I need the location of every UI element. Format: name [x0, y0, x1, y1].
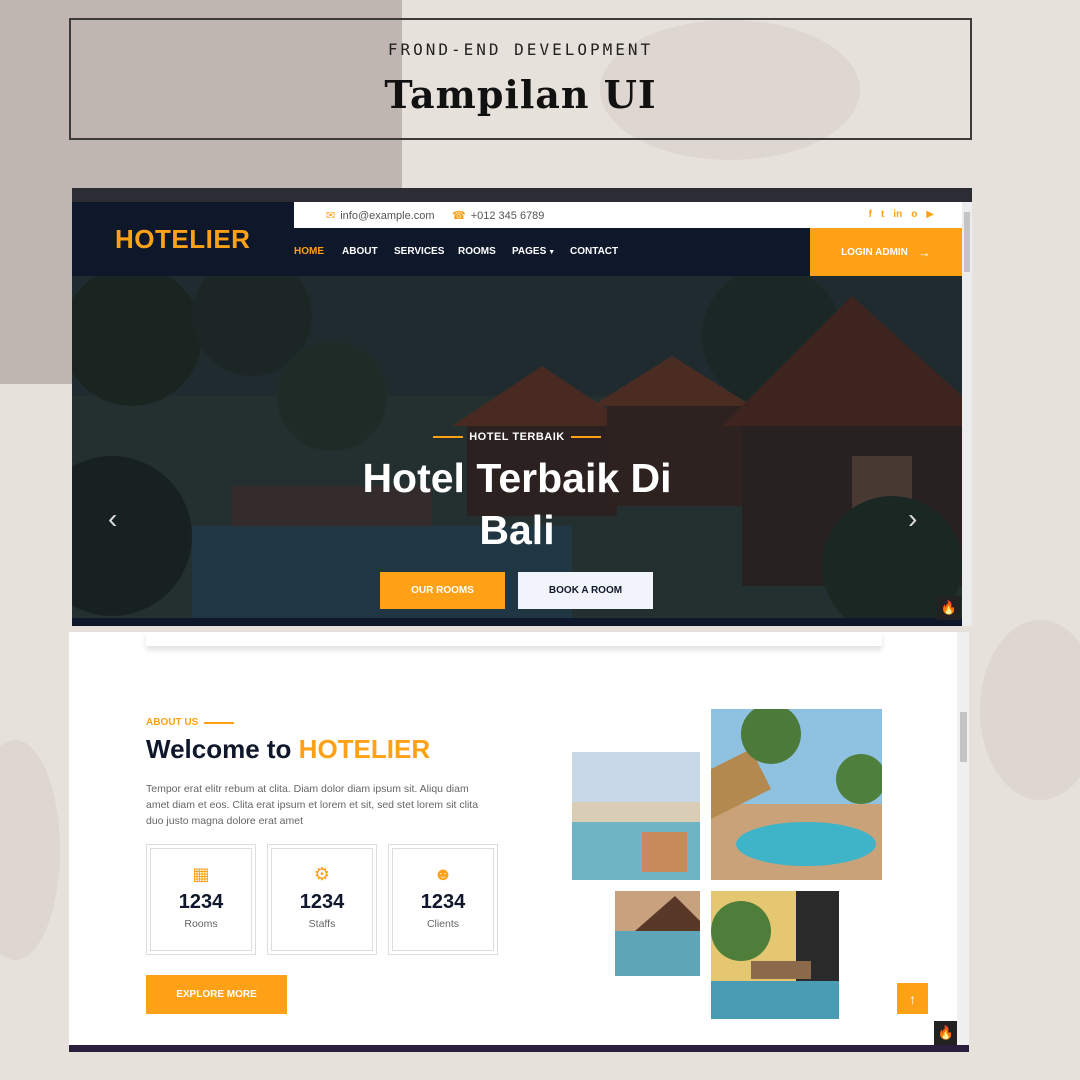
about-photo-1 [572, 752, 700, 880]
booking-card-edge [146, 632, 882, 646]
users-cog-icon: ⚙ [313, 864, 331, 884]
background-stain [0, 740, 60, 960]
nav-pages-label: PAGES [512, 246, 547, 257]
twitter-icon[interactable]: t [881, 209, 884, 220]
nav-contact[interactable]: CONTACT [570, 246, 618, 257]
envelope-icon: ✉ [326, 210, 336, 222]
about-kicker: ABOUT US [146, 717, 235, 728]
social-links: f t in o ▶ [869, 209, 934, 220]
kicker-line [433, 436, 464, 439]
stat-value: 1234 [299, 891, 345, 913]
phone-contact[interactable]: ☎ +012 345 6789 [452, 209, 545, 223]
taskbar-strip [69, 1045, 969, 1052]
lounge-photo [711, 891, 839, 1019]
our-rooms-button[interactable]: OUR ROOMS [380, 572, 505, 609]
browser-top-strip [72, 188, 972, 202]
about-photo-2 [711, 709, 882, 880]
fire-icon[interactable]: 🔥 [934, 1021, 958, 1045]
main-nav: HOME ABOUT SERVICES ROOMS PAGES ▼ CONTAC… [294, 228, 810, 276]
phone-text: +012 345 6789 [470, 209, 545, 222]
login-admin-button[interactable]: LOGIN ADMIN → [810, 228, 962, 276]
about-title-brand: HOTELIER [298, 734, 431, 764]
site-logo[interactable]: HOTELIER [115, 224, 250, 255]
header-subtitle: FROND-END DEVELOPMENT [387, 40, 654, 59]
contact-bar: ✉ info@example.com ☎ +012 345 6789 f t i… [294, 202, 962, 228]
hero-title-line1: Hotel Terbaik Di [362, 455, 672, 501]
stat-staffs: ⚙ 1234 Staffs [267, 844, 377, 955]
email-contact[interactable]: ✉ info@example.com [326, 209, 435, 223]
header-title: Tampilan UI [384, 72, 657, 117]
stat-label: Clients [426, 918, 460, 930]
book-room-button[interactable]: BOOK A ROOM [518, 572, 653, 609]
stat-value: 1234 [178, 891, 224, 913]
about-photo-3 [615, 891, 700, 976]
resort-deck-photo [615, 891, 700, 976]
hero-title: Hotel Terbaik Di Bali [72, 452, 962, 556]
hero-overlay [72, 276, 962, 618]
nav-about[interactable]: ABOUT [342, 246, 378, 257]
kicker-line [570, 436, 601, 439]
hero-title-line2: Bali [479, 507, 555, 553]
explore-more-button[interactable]: EXPLORE MORE [146, 975, 287, 1014]
fire-icon[interactable]: 🔥 [937, 596, 961, 620]
login-admin-label: LOGIN ADMIN [841, 246, 908, 258]
email-text: info@example.com [340, 209, 435, 222]
arrow-right-icon: → [917, 244, 931, 260]
scrollbar-thumb[interactable] [964, 212, 970, 272]
youtube-icon[interactable]: ▶ [926, 209, 934, 220]
stat-value: 1234 [420, 891, 466, 913]
stat-rooms: ▦ 1234 Rooms [146, 844, 256, 955]
hero-kicker: HOTEL TERBAIK [72, 431, 962, 443]
pool-photo [572, 752, 700, 880]
back-to-top-button[interactable]: ↑ [897, 983, 928, 1014]
stat-label: Staffs [308, 918, 336, 930]
nav-pages[interactable]: PAGES ▼ [512, 246, 555, 257]
about-title: Welcome to HOTELIER [146, 734, 430, 765]
carousel-prev-icon[interactable]: ‹ [108, 503, 117, 535]
carousel-next-icon[interactable]: › [908, 503, 917, 535]
nav-services[interactable]: SERVICES [394, 246, 444, 257]
hero-kicker-text: HOTEL TERBAIK [469, 431, 565, 443]
about-text: Tempor erat elitr rebum at clita. Diam d… [146, 783, 479, 827]
background-stain [980, 620, 1080, 800]
caret-down-icon: ▼ [546, 249, 556, 256]
about-screenshot: ABOUT US Welcome to HOTELIER Tempor erat… [69, 632, 969, 1052]
hero-screenshot: HOTELIER ✉ info@example.com ☎ +012 345 6… [72, 188, 972, 626]
linkedin-icon[interactable]: in [893, 209, 902, 220]
nav-rooms[interactable]: ROOMS [458, 246, 496, 257]
users-icon: ☻ [433, 864, 453, 884]
about-kicker-text: ABOUT US [146, 717, 199, 728]
kicker-line [204, 721, 235, 724]
about-title-prefix: Welcome to [146, 734, 299, 764]
arrow-up-icon: ↑ [909, 990, 916, 1007]
stat-clients: ☻ 1234 Clients [388, 844, 498, 955]
tropical-pool-photo [711, 709, 882, 880]
scrollbar[interactable] [962, 202, 972, 626]
hotel-icon: ▦ [192, 864, 210, 884]
nav-home[interactable]: HOME [294, 246, 324, 257]
instagram-icon[interactable]: o [911, 209, 917, 220]
about-photo-4 [711, 891, 839, 1019]
scrollbar[interactable] [957, 632, 969, 1047]
header-box: FROND-END DEVELOPMENT Tampilan UI [69, 18, 972, 140]
stat-label: Rooms [184, 918, 218, 930]
scrollbar-thumb[interactable] [960, 712, 967, 762]
hero-carousel: HOTEL TERBAIK Hotel Terbaik Di Bali OUR … [72, 276, 962, 618]
phone-icon: ☎ [452, 210, 466, 222]
facebook-icon[interactable]: f [869, 209, 872, 220]
